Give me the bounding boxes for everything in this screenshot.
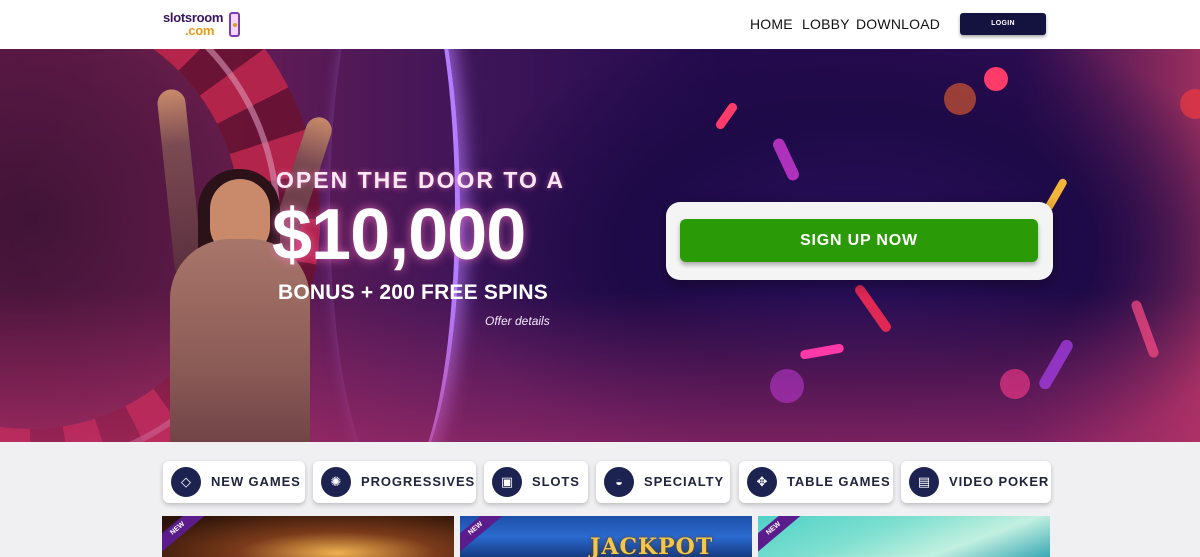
new-badge: NEW [460,516,512,557]
video-poker-icon: ▤ [909,467,939,497]
logo-domain: .com [185,23,215,38]
bokeh-light [944,83,976,115]
category-label: NEW GAMES [211,474,301,489]
bokeh-light [770,369,804,403]
diamond-icon: ◇ [171,467,201,497]
offer-details-link[interactable]: Offer details [485,314,550,328]
promo-amount: $10,000 [272,195,526,275]
hero-banner: OPEN THE DOOR TO A $10,000 BONUS + 200 F… [0,49,1200,442]
door-icon [229,12,240,37]
slot-machine-icon: ▣ [492,467,522,497]
promo-bonus: BONUS + 200 FREE SPINS [278,281,548,304]
bokeh-light [1000,369,1030,399]
category-label: PROGRESSIVES [361,474,476,489]
light-streak [771,136,801,183]
bokeh-light [1180,89,1200,119]
category-slots[interactable]: ▣ SLOTS [484,461,588,503]
category-new-games[interactable]: ◇ NEW GAMES [163,461,305,503]
category-progressives[interactable]: ✺ PROGRESSIVES [313,461,476,503]
category-label: SPECIALTY [644,474,725,489]
signup-card: SIGN UP NOW [666,202,1053,280]
progressive-icon: ✺ [321,467,351,497]
game-title: JACKPOT [590,534,714,557]
site-header: slotsroom .com HOME LOBBY DOWNLOAD LOGIN [0,0,1200,49]
site-logo[interactable]: slotsroom .com [163,10,243,40]
nav-lobby[interactable]: LOBBY [802,16,850,32]
category-label: VIDEO POKER [949,474,1050,489]
nav-download[interactable]: DOWNLOAD [856,16,940,32]
category-video-poker[interactable]: ▤ VIDEO POKER [901,461,1051,503]
sign-up-button[interactable]: SIGN UP NOW [680,219,1038,262]
light-streak [714,101,739,131]
game-tile[interactable]: NEW [162,516,454,557]
category-specialty[interactable]: ◒ SPECIALTY [596,461,730,503]
category-table-games[interactable]: ✥ TABLE GAMES [739,461,893,503]
category-label: SLOTS [532,474,580,489]
game-tile[interactable]: NEW [758,516,1050,557]
new-badge: NEW [162,516,214,557]
bokeh-light [984,67,1008,91]
category-label: TABLE GAMES [787,474,891,489]
new-badge: NEW [758,516,810,557]
logo-text: slotsroom .com [163,11,223,37]
specialty-icon: ◒ [604,467,634,497]
login-button[interactable]: LOGIN [960,13,1046,35]
game-tile[interactable]: NEW JACKPOT [460,516,752,557]
table-games-icon: ✥ [747,467,777,497]
nav-home[interactable]: HOME [750,16,793,32]
promo-headline: OPEN THE DOOR TO A [276,167,566,193]
